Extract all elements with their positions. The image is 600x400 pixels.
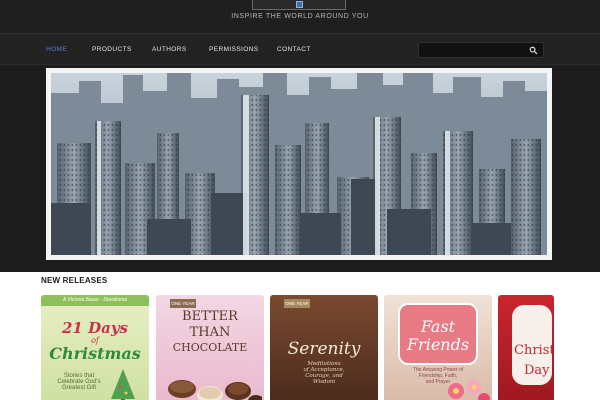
page: INSPIRE THE WORLD AROUND YOU HOME PRODUC… xyxy=(0,0,600,400)
nav-item-home[interactable]: HOME xyxy=(46,46,67,53)
book-cover-christmas-day[interactable]: Christ Day xyxy=(498,295,554,400)
book-subtitle: Stories that Celebrate God's Greatest Gi… xyxy=(57,373,101,391)
nav-item-authors[interactable]: AUTHORS xyxy=(152,46,187,53)
book-cover-serenity[interactable]: ONE YEAR Serenity Meditations of Accepta… xyxy=(270,295,378,400)
book-title: Friends xyxy=(406,335,470,354)
book-title: Serenity xyxy=(287,339,361,359)
logo-icon xyxy=(296,1,303,8)
new-releases-section: NEW RELEASES A Victoria Bauer · Devotion… xyxy=(0,272,600,400)
book-title: Christ xyxy=(514,343,554,358)
book-cover-fast-friends[interactable]: Fast Friends The Amazing Power of Friend… xyxy=(384,295,492,400)
book-badge: ONE YEAR xyxy=(284,299,310,308)
christmas-tree-icon xyxy=(111,369,135,400)
chocolates-icon xyxy=(168,380,262,400)
nav-item-contact[interactable]: CONTACT xyxy=(277,46,311,53)
book-cover-better-than-chocolate[interactable]: ONE YEAR BETTER THAN CHOCOLATE xyxy=(156,295,264,400)
book-title: BETTER xyxy=(182,309,238,324)
section-title: NEW RELEASES xyxy=(41,276,108,285)
main-nav: HOME PRODUCTS AUTHORS PERMISSIONS CONTAC… xyxy=(0,33,600,65)
city-skyline-image xyxy=(51,73,547,255)
book-badge: A Victoria Bauer · Devotional xyxy=(41,295,149,306)
banner-image[interactable] xyxy=(51,73,547,255)
site-tagline: INSPIRE THE WORLD AROUND YOU xyxy=(231,13,369,20)
book-subtitle: Meditations of Acceptance, Courage, and … xyxy=(303,361,345,385)
book-title: CHOCOLATE xyxy=(172,341,248,354)
nav-item-permissions[interactable]: PERMISSIONS xyxy=(209,46,259,53)
book-title: Day xyxy=(524,363,550,378)
book-title: Fast xyxy=(420,317,456,336)
search-icon[interactable] xyxy=(529,46,538,55)
book-badge: ONE YEAR xyxy=(170,299,196,308)
book-cover-21-days-of-christmas[interactable]: A Victoria Bauer · Devotional 21 Days of… xyxy=(41,295,149,400)
flowers-icon xyxy=(448,380,490,400)
site-logo[interactable] xyxy=(252,0,346,10)
book-title: THAN xyxy=(189,325,231,340)
nav-item-products[interactable]: PRODUCTS xyxy=(92,46,132,53)
book-title: 21 Days xyxy=(62,319,128,337)
book-title: Christmas xyxy=(49,344,141,363)
banner-frame xyxy=(46,68,552,260)
search-input[interactable] xyxy=(423,45,527,56)
search-box xyxy=(418,42,544,58)
site-header: INSPIRE THE WORLD AROUND YOU xyxy=(0,0,600,33)
